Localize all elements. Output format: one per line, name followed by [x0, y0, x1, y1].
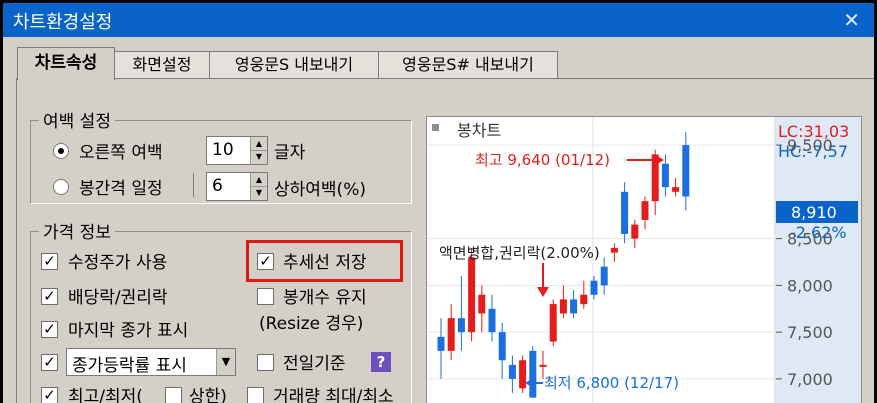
candle-body — [549, 304, 557, 342]
tab-chart-properties[interactable]: 차트속성 — [17, 47, 115, 80]
candle-body — [447, 318, 455, 351]
prev-day-base-label: 전일기준 — [283, 354, 346, 374]
candle-body — [457, 318, 465, 333]
event-annotation: 액면병합,권리락(2.00%) — [439, 244, 600, 262]
series-label: 봉차트 — [457, 121, 501, 140]
candle-body — [559, 299, 567, 314]
adjusted-price-label: 수정주가 사용 — [68, 253, 168, 273]
chevron-down-icon[interactable]: ▼ — [216, 349, 235, 375]
candle-gap-unit: 상하여백(%) — [274, 180, 366, 200]
right-margin-radio[interactable] — [53, 143, 69, 159]
tab-screen-settings[interactable]: 화면설정 — [114, 51, 210, 79]
candle-body — [672, 187, 680, 192]
high-annotation: 최고 9,640 (01/12) — [475, 151, 610, 169]
upper-limit-checkbox[interactable] — [165, 387, 182, 403]
candle-body — [600, 266, 608, 286]
margin-settings-legend: 여백 설정 — [39, 107, 115, 132]
last-price: 8,910 — [791, 203, 837, 222]
dividend-checkbox[interactable]: ✓ — [41, 288, 58, 305]
help-icon[interactable]: ? — [371, 352, 391, 372]
high-low-checkbox[interactable]: ✓ — [41, 387, 58, 403]
highlight-box — [246, 240, 403, 282]
candle-body — [590, 280, 598, 295]
prev-day-base-checkbox[interactable] — [257, 354, 274, 371]
low-annotation: 최저 6,800 (12/17) — [544, 374, 679, 392]
axis-tick-label: 7,500 — [787, 323, 833, 342]
tab-export-s-sharp[interactable]: 영웅문S# 내보내기 — [378, 51, 558, 79]
right-margin-unit: 글자 — [274, 143, 306, 163]
keep-candles-checkbox[interactable] — [257, 288, 274, 305]
window-title: 차트환경설정 — [13, 12, 113, 33]
candle-body — [478, 294, 486, 314]
spin-down-icon[interactable]: ▼ — [251, 150, 267, 163]
candle-body — [580, 294, 588, 305]
right-margin-value[interactable]: 10 — [212, 140, 234, 160]
candle-body — [498, 332, 506, 361]
volume-maxmin-checkbox[interactable] — [247, 387, 264, 403]
candle-gap-value[interactable]: 6 — [212, 176, 223, 196]
candle-body — [682, 145, 690, 197]
axis-tick-label: 8,000 — [787, 276, 833, 295]
candle-body — [488, 308, 496, 333]
spin-down-icon[interactable]: ▼ — [251, 186, 267, 199]
candle-gap-label: 봉간격 일정 — [79, 179, 163, 199]
dividend-label: 배당락/권리락 — [68, 288, 168, 308]
candle-body — [621, 191, 629, 234]
axis-tick-label: 9,500 — [787, 136, 833, 155]
change-rate-value: 종가등락률 표시 — [72, 356, 187, 376]
candle-gap-radio[interactable] — [53, 179, 69, 195]
candle-body — [529, 350, 537, 398]
change-rate-checkbox[interactable]: ✓ — [41, 354, 58, 371]
spin-up-icon[interactable]: ▲ — [251, 137, 267, 151]
high-low-label: 최고/최저( — [68, 387, 143, 403]
close-icon[interactable]: ✕ — [843, 8, 860, 32]
divider — [193, 173, 194, 197]
title-bar: 차트환경설정 ✕ — [3, 3, 874, 37]
right-margin-spinner[interactable]: 10 ▲ ▼ — [206, 136, 268, 165]
change-rate-select[interactable]: 종가등락률 표시 ▼ — [66, 348, 236, 376]
candle-body — [641, 201, 649, 220]
candle-body — [610, 247, 618, 253]
candle-body — [661, 163, 669, 188]
spin-up-icon[interactable]: ▲ — [251, 173, 267, 187]
volume-maxmin-label: 거래량 최대/최소 — [273, 387, 394, 403]
last-close-checkbox[interactable]: ✓ — [41, 321, 58, 338]
candle-body — [539, 364, 547, 367]
price-info-legend: 가격 정보 — [39, 218, 115, 243]
upper-limit-label: 상한) — [189, 387, 227, 403]
candle-gap-spin-buttons[interactable]: ▲ ▼ — [250, 173, 267, 200]
settings-window: 차트환경설정 ✕ 차트속성 화면설정 영웅문S 내보내기 영웅문S# 내보내기 … — [3, 3, 874, 403]
resize-note: (Resize 경우) — [259, 314, 364, 334]
candle-body — [570, 299, 578, 314]
chart-preview: 봉차트 LC:31,03 HC:-7,57 최고 9,640 (01/12) 액… — [426, 116, 862, 403]
event-arrow-icon — [537, 287, 549, 297]
candle-gap-spinner[interactable]: 6 ▲ ▼ — [206, 172, 268, 201]
candle-body — [508, 364, 516, 379]
axis-tick-label: 8,500 — [787, 230, 833, 249]
last-close-label: 마지막 종가 표시 — [68, 321, 189, 341]
adjusted-price-checkbox[interactable]: ✓ — [41, 253, 58, 270]
series-marker-icon — [432, 124, 439, 131]
candle-body — [519, 360, 527, 389]
axis-tick-label: 7,000 — [787, 370, 833, 389]
candle-body — [437, 336, 445, 351]
candle-body — [631, 224, 639, 239]
candle-body — [468, 257, 476, 333]
right-margin-label: 오른쪽 여백 — [79, 143, 163, 163]
tab-export-s[interactable]: 영웅문S 내보내기 — [209, 51, 379, 79]
keep-candles-label: 봉개수 유지 — [283, 288, 367, 308]
right-margin-spin-buttons[interactable]: ▲ ▼ — [250, 137, 267, 164]
candlestick-chart: 봉차트 LC:31,03 HC:-7,57 최고 9,640 (01/12) 액… — [427, 117, 861, 403]
